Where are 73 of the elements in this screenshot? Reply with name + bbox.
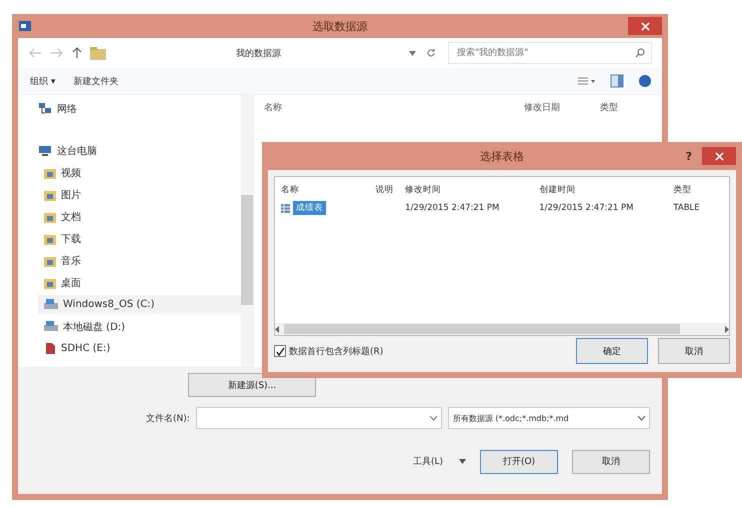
new-source-button[interactable]: 新建源(S)...: [188, 373, 316, 397]
table-icon: [281, 204, 290, 212]
sidebar-item[interactable]: SDHC (E:): [38, 339, 241, 358]
cancel-button[interactable]: 取消: [658, 338, 730, 364]
sidebar-item[interactable]: 图片: [38, 185, 241, 204]
file-type-dropdown[interactable]: 所有数据源 (*.odc;*.mdb;*.md: [448, 407, 650, 429]
caret-icon: [638, 416, 645, 420]
caret-icon[interactable]: [430, 416, 437, 420]
sidebar-item[interactable]: 网络: [38, 99, 241, 118]
sidebar-item[interactable]: 桌面: [38, 273, 241, 292]
sidebar-item[interactable]: 音乐: [38, 251, 241, 270]
caret-icon[interactable]: [459, 459, 466, 464]
scroll-left-icon[interactable]: [275, 326, 280, 332]
computer-icon: [38, 144, 52, 156]
close-icon: [640, 22, 650, 30]
up-arrow-icon[interactable]: [72, 47, 82, 59]
column-header[interactable]: 创建时间: [539, 184, 674, 196]
table-cell: 1/29/2015 2:47:21 PM: [539, 203, 634, 213]
column-header[interactable]: 名称: [264, 101, 484, 114]
checkbox[interactable]: [274, 345, 286, 357]
check-icon: [276, 346, 284, 356]
column-header[interactable]: 类型: [600, 101, 618, 114]
cancel-button[interactable]: 取消: [572, 450, 650, 474]
close-button[interactable]: [628, 17, 662, 35]
folder-icon: [44, 276, 56, 288]
column-header[interactable]: 名称: [281, 184, 376, 196]
ok-button[interactable]: 确定: [576, 338, 648, 364]
table-cell: TABLE: [673, 203, 700, 213]
new-folder-button[interactable]: 新建文件夹: [71, 72, 120, 90]
dialog-title: 选择表格: [480, 148, 524, 164]
folder-icon: [44, 232, 56, 244]
sidebar-item[interactable]: 这台电脑: [38, 141, 241, 160]
address-field[interactable]: 我的数据源: [114, 43, 440, 63]
folder-icon: [44, 166, 56, 178]
caret-icon[interactable]: [409, 50, 416, 56]
search-field[interactable]: 搜索"我的数据源": [448, 42, 652, 64]
scroll-right-icon[interactable]: [724, 326, 729, 332]
refresh-icon[interactable]: [426, 48, 436, 58]
sidebar-item[interactable]: Windows8_OS (C:): [38, 295, 241, 314]
scrollbar[interactable]: [241, 95, 253, 367]
drive-icon: [44, 299, 58, 310]
sidebar-item[interactable]: 视频: [38, 163, 241, 182]
close-icon: [714, 152, 724, 160]
folder-icon: [44, 254, 56, 266]
column-header[interactable]: 修改时间: [405, 184, 540, 196]
open-button[interactable]: 打开(O): [480, 450, 558, 474]
tools-menu[interactable]: 工具(L): [410, 453, 445, 470]
table-cell: 1/29/2015 2:47:21 PM: [405, 203, 500, 213]
close-button[interactable]: [702, 147, 736, 165]
column-header[interactable]: 类型: [673, 184, 723, 196]
folder-icon: [90, 46, 106, 60]
app-icon: [18, 19, 32, 33]
sidebar-item[interactable]: 文档: [38, 207, 241, 226]
preview-pane-icon[interactable]: [610, 74, 624, 88]
window-title: 选取数据源: [312, 18, 368, 34]
sidebar-item[interactable]: 本地磁盘 (D:): [38, 317, 241, 336]
folder-icon: [44, 210, 56, 222]
help-button[interactable]: ?: [682, 150, 696, 162]
organize-menu[interactable]: 组织 ▾: [28, 72, 58, 90]
sd-card-icon: [44, 342, 56, 355]
file-name-field[interactable]: [196, 407, 442, 429]
checkbox-label[interactable]: 数据首行包含列标题(R): [289, 344, 384, 358]
table-name[interactable]: 成绩表: [293, 201, 326, 215]
network-icon: [38, 102, 52, 115]
file-name-label: 文件名(N):: [146, 412, 190, 424]
scrollbar[interactable]: [275, 323, 729, 335]
column-header[interactable]: 说明: [375, 184, 406, 196]
sidebar-item[interactable]: 下载: [38, 229, 241, 248]
column-header[interactable]: 修改日期: [524, 101, 560, 114]
search-icon: [635, 48, 645, 58]
drive-icon: [44, 321, 58, 332]
folder-icon: [44, 188, 56, 200]
view-options-icon[interactable]: [578, 76, 596, 86]
